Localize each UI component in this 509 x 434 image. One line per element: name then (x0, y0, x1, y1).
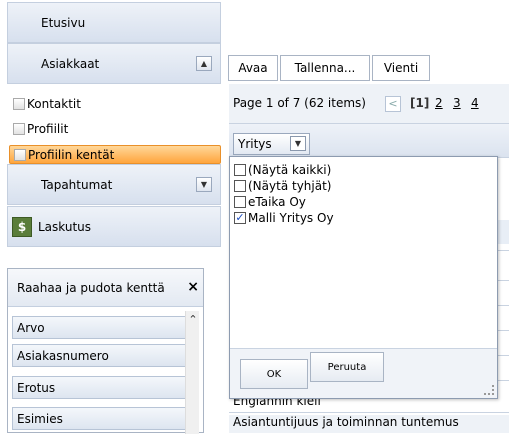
billing-icon: $ (12, 217, 32, 237)
filter-dropdown-icon[interactable]: ▼ (290, 136, 306, 151)
filter-panel: (Näytä kaikki) (Näytä tyhjät) eTaika Oy … (229, 156, 498, 399)
checkbox[interactable] (234, 164, 246, 176)
field-item-label: Arvo (17, 320, 45, 335)
ok-label: OK (266, 368, 282, 380)
scroll-up-icon[interactable]: ⌃ (187, 313, 199, 327)
folder-icon (14, 149, 26, 161)
pager-info: Page 1 of 7 (62 items) (233, 96, 366, 110)
sidebar-item-label: Profiilin kentät (28, 147, 115, 162)
nav-home-label: Etusivu (41, 15, 86, 30)
close-icon[interactable]: × (187, 279, 199, 295)
cancel-button[interactable]: Peruuta (310, 352, 384, 382)
field-item-esimies[interactable]: Esimies (12, 407, 188, 430)
export-button[interactable]: Vienti (372, 55, 430, 81)
sidebar-item-label: Kontaktit (27, 97, 81, 111)
sidebar-item-profiles[interactable]: Profiilit (9, 120, 221, 138)
expand-icon[interactable]: ▼ (196, 177, 212, 192)
field-item-arvo[interactable]: Arvo (12, 316, 192, 339)
filter-option-malli[interactable]: ✓ Malli Yritys Oy (234, 210, 334, 226)
field-item-erotus[interactable]: Erotus (12, 376, 188, 399)
column-header-yritys[interactable]: Yritys ▼ (233, 133, 310, 155)
folder-icon (13, 123, 25, 135)
current-page: [1] (410, 96, 430, 110)
page-link-3[interactable]: 3 (453, 96, 461, 110)
ok-button[interactable]: OK (240, 359, 308, 389)
filter-option-label: Malli Yritys Oy (248, 211, 334, 225)
page-link-2[interactable]: 2 (435, 96, 443, 110)
cancel-label: Peruuta (327, 361, 367, 373)
prev-page-button[interactable]: < (385, 96, 401, 112)
resize-grip-icon[interactable] (484, 385, 494, 395)
column-header-label: Yritys (238, 137, 272, 151)
checkbox[interactable] (234, 180, 246, 192)
nav-billing[interactable]: $ Laskutus (7, 206, 221, 247)
field-item-label: Esimies (17, 411, 63, 426)
grid-row-divider (229, 412, 509, 413)
open-button[interactable]: Avaa (228, 55, 278, 81)
filter-panel-footer: OK Peruuta (230, 348, 497, 398)
field-item-label: Asiakasnumero (17, 348, 109, 363)
nav-events-label: Tapahtumat (41, 177, 113, 192)
grid-row (498, 220, 509, 244)
pager: Page 1 of 7 (62 items) < [1] 2 3 4 (229, 84, 509, 124)
page-link-4[interactable]: 4 (471, 96, 479, 110)
folder-icon (13, 98, 25, 110)
filter-option-label: (Näytä tyhjät) (248, 179, 332, 193)
filter-option-label: (Näytä kaikki) (248, 163, 332, 177)
filter-option-label: eTaika Oy (248, 195, 306, 209)
sidebar-item-profile-fields[interactable]: Profiilin kentät (9, 145, 221, 164)
nav-customers-label: Asiakkaat (41, 56, 100, 71)
nav-billing-label: Laskutus (38, 219, 92, 234)
field-list-header: Raahaa ja pudota kenttä × (8, 269, 203, 307)
table-row[interactable]: Asiantuntijuus ja toiminnan tuntemus (229, 415, 509, 433)
open-label: Avaa (238, 61, 268, 75)
export-label: Vienti (383, 61, 419, 75)
nav-customers[interactable]: Asiakkaat ▲ (7, 43, 221, 84)
field-item-asiakasnumero[interactable]: Asiakasnumero (12, 344, 188, 367)
filter-option-show-empty[interactable]: (Näytä tyhjät) (234, 178, 331, 194)
save-label: Tallenna... (294, 61, 356, 75)
field-list-title: Raahaa ja pudota kenttä (17, 280, 165, 295)
nav-home[interactable]: Etusivu (7, 2, 221, 43)
filter-option-show-all[interactable]: (Näytä kaikki) (234, 162, 331, 178)
nav-events[interactable]: Tapahtumat ▼ (7, 164, 221, 205)
collapse-icon[interactable]: ▲ (196, 56, 212, 71)
field-list-panel: Raahaa ja pudota kenttä × Arvo Asiakasnu… (7, 268, 204, 434)
field-list-scrollbar[interactable]: ⌃ (185, 311, 199, 434)
filter-option-etaika[interactable]: eTaika Oy (234, 194, 306, 210)
table-cell: Asiantuntijuus ja toiminnan tuntemus (233, 415, 459, 429)
save-button[interactable]: Tallenna... (280, 55, 370, 81)
field-item-label: Erotus (17, 380, 56, 395)
checkbox[interactable] (234, 196, 246, 208)
checkbox-checked[interactable]: ✓ (234, 212, 246, 224)
sidebar-item-label: Profiilit (27, 122, 69, 136)
sidebar-item-contacts[interactable]: Kontaktit (9, 95, 221, 113)
